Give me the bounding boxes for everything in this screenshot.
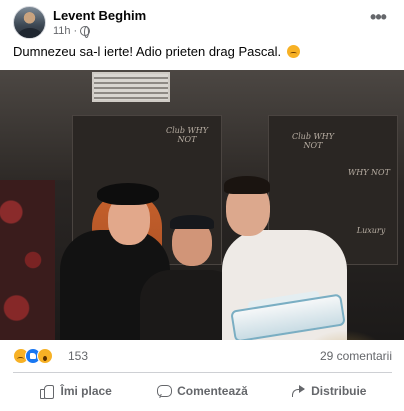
actions-divider xyxy=(13,372,392,373)
post-message: Dumnezeu sa-l ierte! Adio prieten drag P… xyxy=(13,44,282,59)
author-avatar[interactable] xyxy=(13,6,46,39)
photo-young-man-hair xyxy=(224,176,270,194)
globe-icon[interactable] xyxy=(80,26,91,38)
post-text: Dumnezeu sa-l ierte! Adio prieten drag P… xyxy=(13,43,392,60)
photo-red-wall xyxy=(0,180,55,340)
photo-sign-text: Luxury xyxy=(356,226,386,235)
author-name[interactable]: Levent Beghim xyxy=(53,8,146,23)
wow-reaction-icon xyxy=(37,348,53,364)
comment-count[interactable]: 29 comentarii xyxy=(320,349,392,363)
reaction-icons[interactable] xyxy=(13,348,53,364)
photo-sign-text: Club WHY NOT xyxy=(166,126,208,144)
meta-separator: · xyxy=(73,25,78,37)
comment-button[interactable]: Comentează xyxy=(139,376,265,406)
more-dots-icon[interactable]: ••• xyxy=(364,6,392,34)
comment-icon xyxy=(157,384,173,398)
post-meta: 11h · xyxy=(53,25,91,38)
disappointed-face-emoji xyxy=(286,45,300,58)
post-time[interactable]: 11h xyxy=(53,25,71,37)
feed-post: Levent Beghim 11h · ••• Dumnezeu sa-l ie… xyxy=(0,0,404,411)
like-button[interactable]: Îmi place xyxy=(13,376,139,406)
post-stats: 153 29 comentarii xyxy=(13,347,392,367)
avatar-silhouette xyxy=(18,28,42,38)
like-label: Îmi place xyxy=(60,384,112,398)
photo-older-man-cap xyxy=(170,215,214,229)
photo-sign-text: Club WHY NOT xyxy=(292,132,334,150)
share-button[interactable]: Distribuie xyxy=(266,376,392,406)
post-actions: Îmi place Comentează Distribuie xyxy=(13,376,392,406)
photo-light-glow xyxy=(300,330,390,340)
share-label: Distribuie xyxy=(311,384,367,398)
photo-ceiling-vent xyxy=(92,72,170,102)
share-arrow-icon xyxy=(291,384,306,398)
reaction-count[interactable]: 153 xyxy=(68,349,88,363)
post-photo[interactable]: Club WHY NOT Club WHY NOT WHY NOT Luxury xyxy=(0,70,404,340)
comment-label: Comentează xyxy=(177,384,248,398)
photo-sign-text: WHY NOT xyxy=(348,168,390,177)
post-header: Levent Beghim 11h · ••• xyxy=(13,6,392,40)
photo-woman-hat xyxy=(97,183,159,205)
thumbs-up-icon xyxy=(40,384,55,399)
